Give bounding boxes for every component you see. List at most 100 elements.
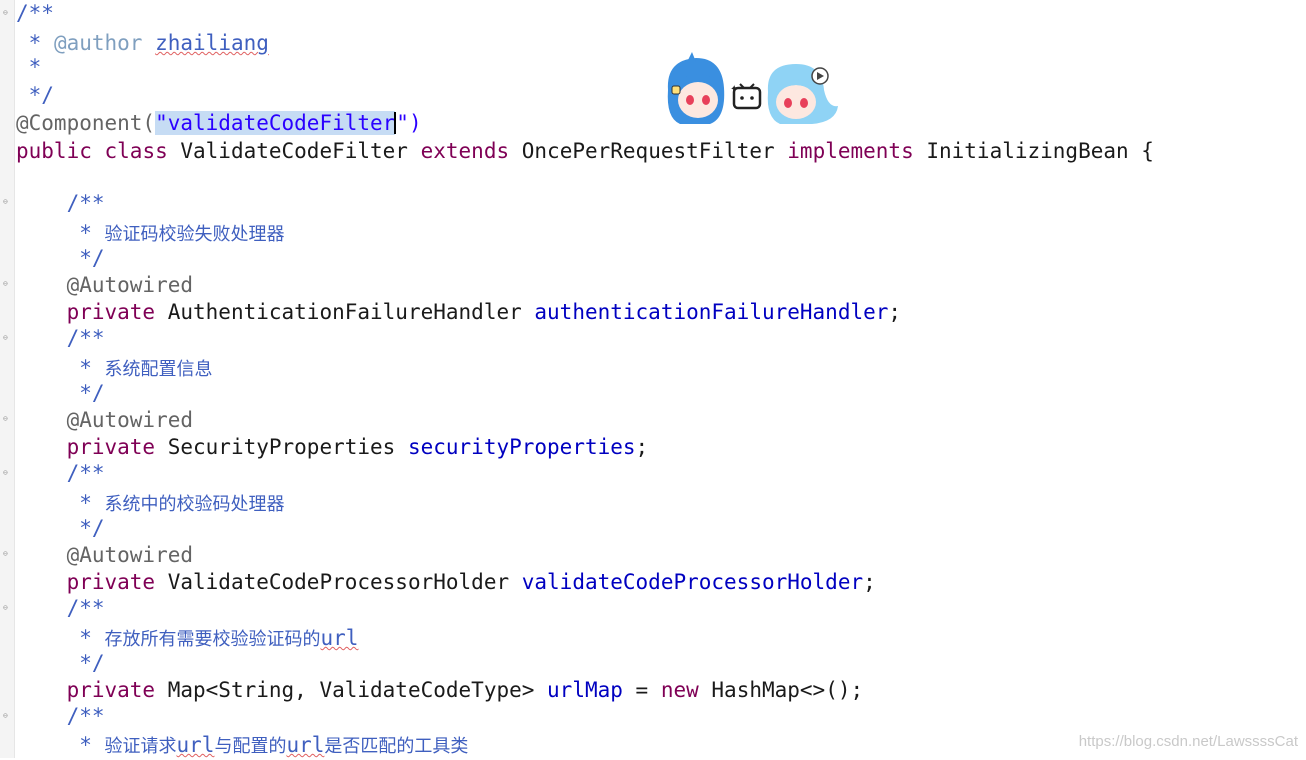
javadoc-text: 系统中的校验码处理器	[104, 494, 285, 515]
code-token: *	[16, 31, 54, 55]
code-line: * 系统配置信息	[16, 355, 213, 382]
code-line: public class ValidateCodeFilter extends …	[16, 138, 1154, 165]
fold-marker-icon[interactable]: ⊖	[3, 280, 11, 288]
fold-marker-icon[interactable]: ⊖	[3, 9, 11, 17]
javadoc-text: url	[176, 733, 215, 757]
code-token: /**	[16, 326, 105, 350]
code-token: *	[16, 626, 105, 650]
code-token: *	[16, 221, 105, 245]
code-line: @Component("validateCodeFilter")	[16, 110, 422, 137]
code-line: * 存放所有需要校验验证码的url	[16, 625, 358, 652]
javadoc-text: url	[286, 733, 325, 757]
fold-marker-icon[interactable]: ⊖	[3, 550, 11, 558]
code-token: /**	[16, 461, 105, 485]
keyword: private	[66, 570, 156, 594]
annotation: @Autowired	[16, 543, 194, 567]
code-line: @Autowired	[16, 542, 193, 569]
javadoc-text: 验证码校验失败处理器	[104, 224, 285, 245]
code-line: /**	[16, 325, 105, 352]
keyword: public	[16, 139, 92, 163]
fold-marker-icon[interactable]: ⊖	[3, 415, 11, 423]
javadoc-text: 验证请求	[104, 736, 177, 757]
code-line: @Autowired	[16, 272, 193, 299]
code-line: * @author zhailiang	[16, 30, 269, 57]
code-line: /**	[16, 595, 105, 622]
code-token: */	[16, 651, 105, 675]
class-name: HashMap<>();	[698, 678, 864, 702]
code-token: ;	[888, 300, 902, 324]
class-name: InitializingBean {	[913, 139, 1154, 163]
code-token: /**	[16, 704, 105, 728]
code-line: * 验证请求url与配置的url是否匹配的工具类	[16, 732, 468, 759]
javadoc-text: 是否匹配的工具类	[324, 736, 469, 757]
code-line: private ValidateCodeProcessorHolder vali…	[16, 569, 876, 596]
selected-string[interactable]: "validateCodeFilter	[155, 111, 396, 135]
keyword: class	[104, 139, 168, 163]
bilibili-mascots-icon: ✦	[660, 48, 845, 130]
code-line: /**	[16, 703, 105, 730]
fold-marker-icon[interactable]: ⊖	[3, 712, 11, 720]
code-line: */	[16, 650, 105, 677]
class-name: Map<String, ValidateCodeType>	[155, 678, 548, 702]
annotation: @Autowired	[16, 408, 194, 432]
code-token: *	[16, 491, 105, 515]
code-line: /**	[16, 460, 105, 487]
code-token: /**	[16, 1, 54, 25]
code-token: =	[622, 678, 661, 702]
keyword: private	[66, 435, 156, 459]
fold-marker-icon[interactable]: ⊖	[3, 334, 11, 342]
svg-text:✦: ✦	[730, 84, 738, 95]
field-name: securityProperties	[407, 435, 636, 459]
javadoc-text: 与配置的	[214, 736, 287, 757]
field-name: urlMap	[547, 678, 623, 702]
code-line: private AuthenticationFailureHandler aut…	[16, 299, 901, 326]
code-line: * 系统中的校验码处理器	[16, 490, 285, 517]
code-line: *	[16, 54, 42, 81]
code-line: @Autowired	[16, 407, 193, 434]
author-name: zhailiang	[155, 31, 269, 55]
class-name: OncePerRequestFilter	[509, 139, 788, 163]
code-token: *	[16, 733, 105, 757]
javadoc-text: url	[320, 626, 359, 650]
code-token: */	[16, 83, 54, 107]
code-line: */	[16, 82, 54, 109]
code-line: /**	[16, 190, 105, 217]
code-token: ")	[396, 111, 422, 135]
keyword: new	[660, 678, 699, 702]
javadoc-text: 系统配置信息	[104, 359, 213, 380]
keyword: private	[66, 300, 156, 324]
class-name: SecurityProperties	[155, 435, 408, 459]
watermark: https://blog.csdn.net/LawssssCat	[1078, 733, 1298, 750]
code-line: */	[16, 515, 105, 542]
class-name: ValidateCodeFilter	[167, 139, 421, 163]
field-name: validateCodeProcessorHolder	[521, 570, 864, 594]
code-token: /**	[16, 596, 105, 620]
fold-marker-icon[interactable]: ⊖	[3, 604, 11, 612]
javadoc-text: 存放所有需要校验验证码的	[104, 629, 321, 650]
code-token: *	[16, 356, 105, 380]
field-name: authenticationFailureHandler	[534, 300, 889, 324]
annotation: @Component(	[16, 111, 156, 135]
code-line: private SecurityProperties securityPrope…	[16, 434, 649, 461]
code-token: */	[16, 516, 105, 540]
editor-gutter: ⊖ ⊖ ⊖ ⊖ ⊖ ⊖ ⊖ ⊖ ⊖	[0, 0, 15, 758]
javadoc-tag: @author	[53, 31, 143, 55]
code-line: * 验证码校验失败处理器	[16, 220, 285, 247]
code-line: private Map<String, ValidateCodeType> ur…	[16, 677, 864, 704]
code-token: */	[16, 381, 105, 405]
code-token: *	[16, 55, 42, 79]
keyword: private	[66, 678, 156, 702]
class-name: AuthenticationFailureHandler	[155, 300, 535, 324]
fold-marker-icon[interactable]: ⊖	[3, 198, 11, 206]
code-token: ;	[863, 570, 876, 594]
code-token: /**	[16, 191, 105, 215]
fold-marker-icon[interactable]: ⊖	[3, 469, 11, 477]
keyword: implements	[787, 139, 914, 163]
class-name: ValidateCodeProcessorHolder	[155, 570, 522, 594]
